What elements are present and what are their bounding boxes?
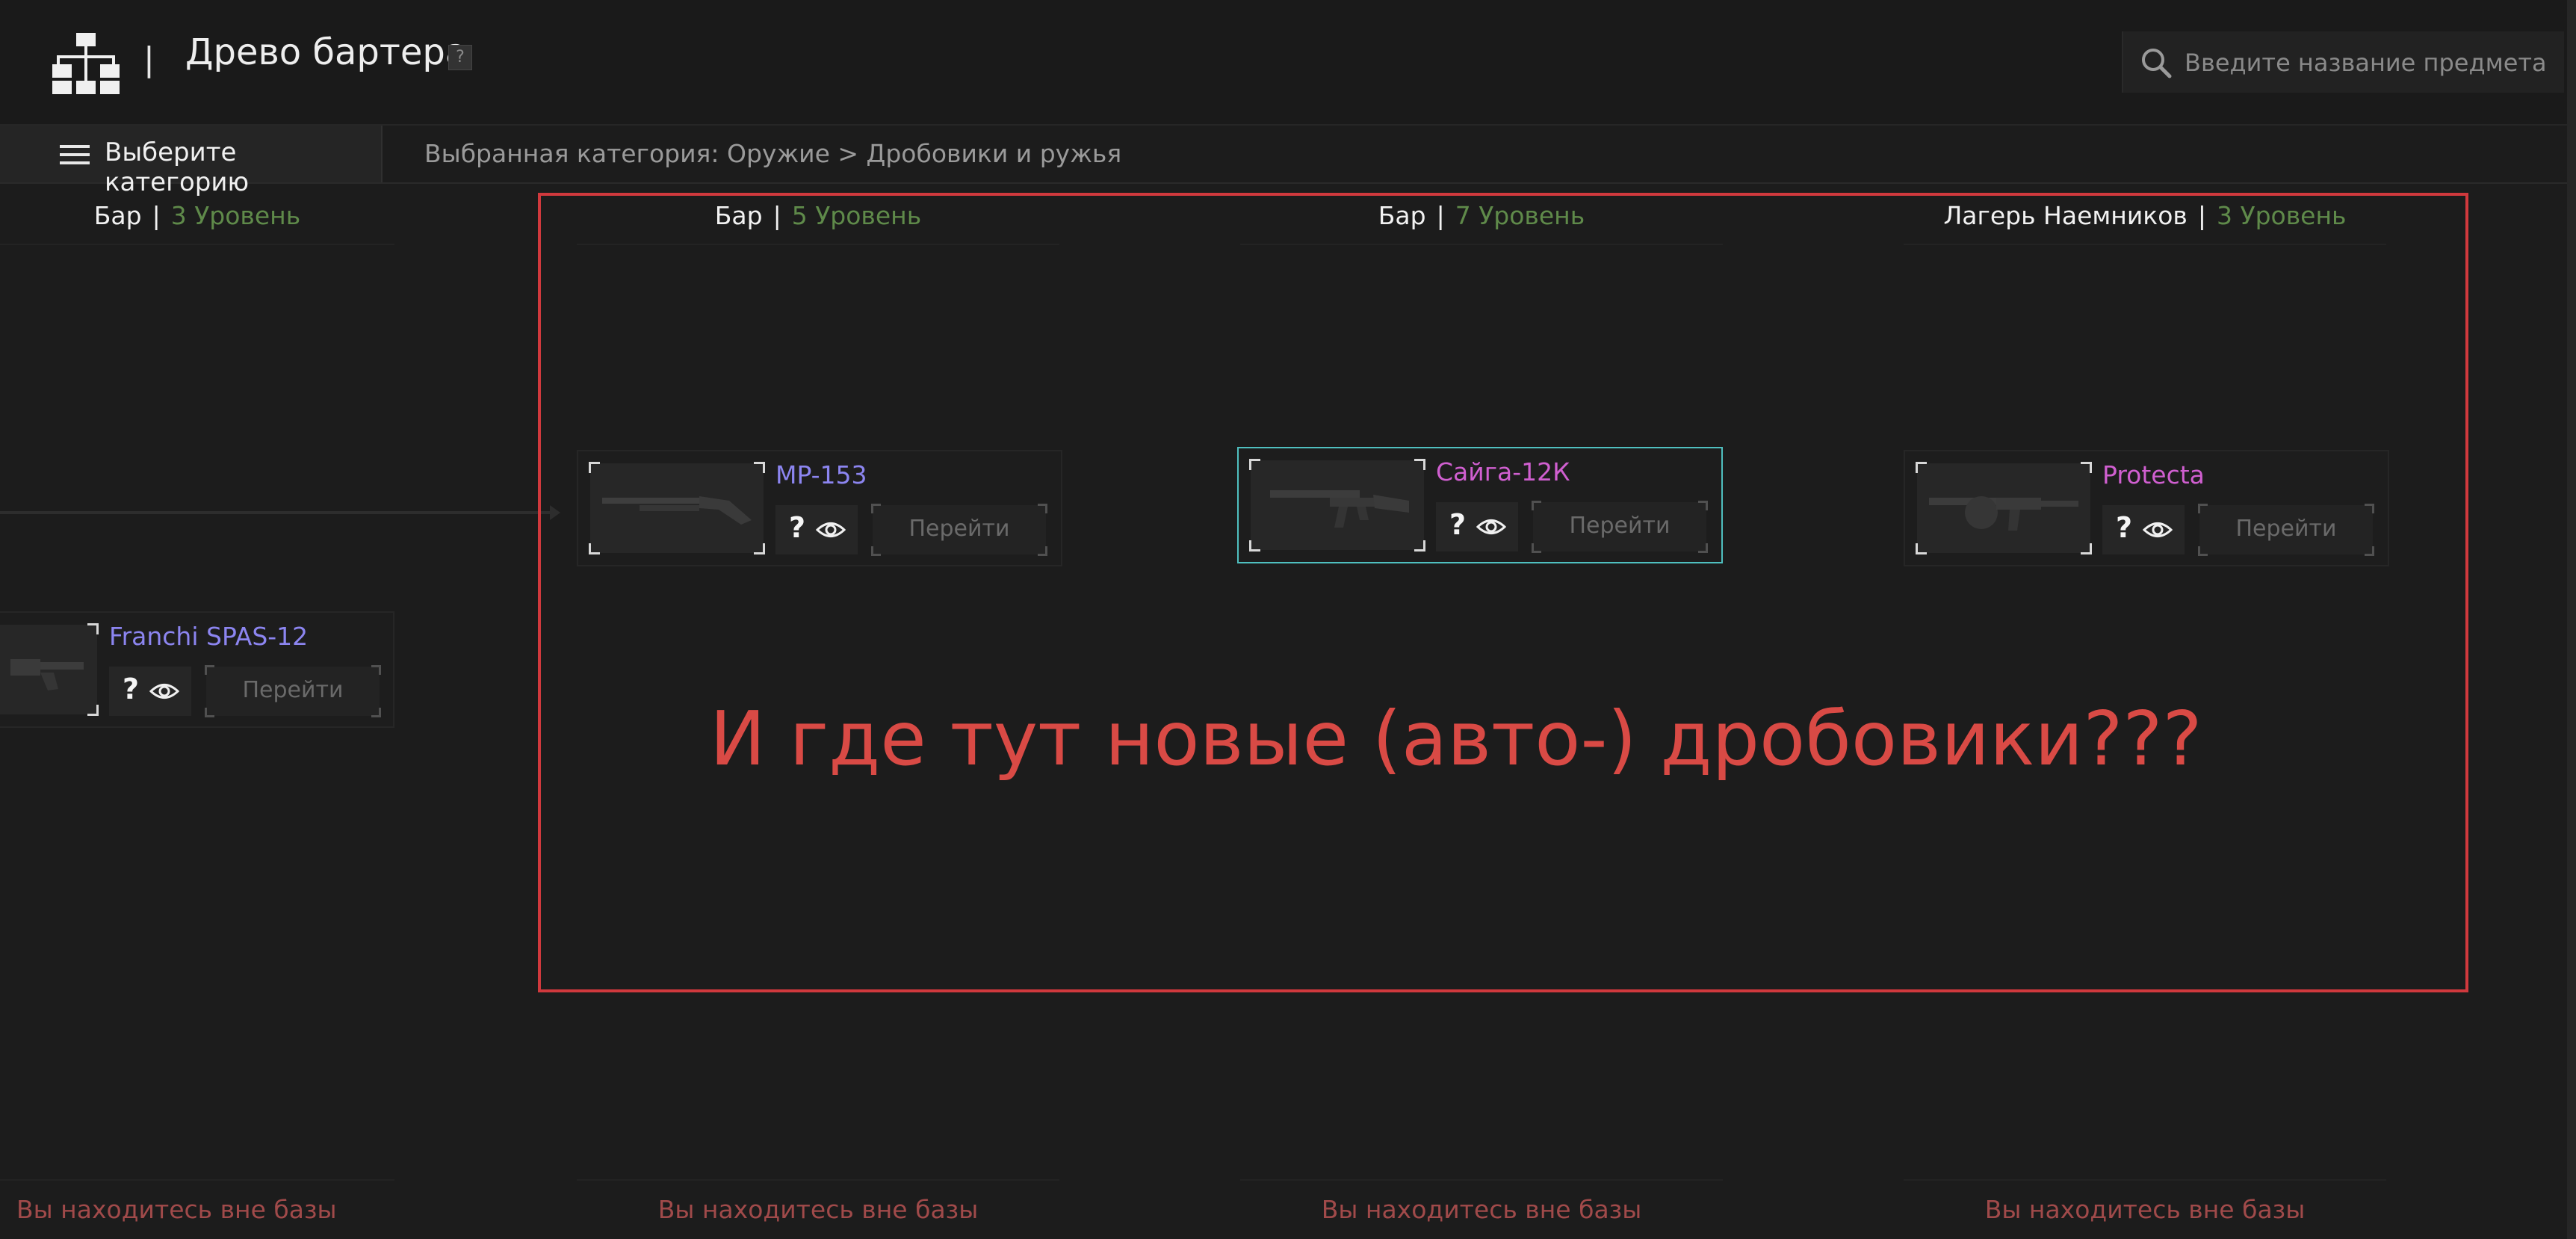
select-category-label: Выберите категорию [105, 138, 250, 197]
barter-tree-window: | Древо бартера ? Выберите категорию Выб… [0, 0, 2576, 1239]
top-bar: | Древо бартера ? [0, 0, 2576, 126]
item-thumbnail [0, 623, 99, 716]
page-title: Древо бартера [185, 31, 468, 73]
help-icon[interactable]: ? [448, 45, 472, 70]
eye-icon[interactable] [149, 679, 179, 704]
scrollbar[interactable] [2567, 0, 2576, 1239]
column-footer-status: Вы находитесь вне базы [1240, 1179, 1723, 1239]
column-footer-status: Вы находитесь вне базы [1904, 1179, 2386, 1239]
tree-connector-line [0, 511, 553, 514]
breadcrumb: Выбранная категория: Оружие > Дробовики … [424, 139, 1122, 168]
annotation-text: И где тут новые (авто-) дробовики??? [710, 695, 2202, 782]
annotation-rectangle [538, 193, 2468, 992]
shotgun-icon [10, 659, 84, 690]
item-card-franchi-spas-12[interactable]: Franchi SPAS-12 ? Перейти [0, 611, 394, 728]
search-icon [2142, 49, 2172, 78]
barter-tree-icon [52, 33, 120, 94]
question-icon[interactable]: ? [123, 673, 139, 705]
menu-icon [60, 145, 90, 164]
trader-level: 3 Уровень [170, 201, 301, 230]
search-box[interactable] [2122, 31, 2564, 93]
title-separator: | [143, 40, 155, 78]
item-actions: ? [109, 667, 191, 716]
category-bar: Выберите категорию Выбранная категория: … [0, 126, 2576, 197]
goto-label: Перейти [242, 677, 344, 703]
goto-button[interactable]: Перейти [205, 665, 381, 717]
search-input[interactable] [2183, 37, 2560, 88]
select-category-button[interactable]: Выберите категорию [0, 126, 383, 197]
item-name[interactable]: Franchi SPAS-12 [109, 622, 308, 651]
column-header-bar-3: Бар | 3 Уровень [0, 191, 394, 245]
trader-name: Бар [93, 201, 142, 230]
column-footer-status: Вы находитесь вне базы [0, 1179, 394, 1239]
column-footer-status: Вы находитесь вне базы [577, 1179, 1059, 1239]
